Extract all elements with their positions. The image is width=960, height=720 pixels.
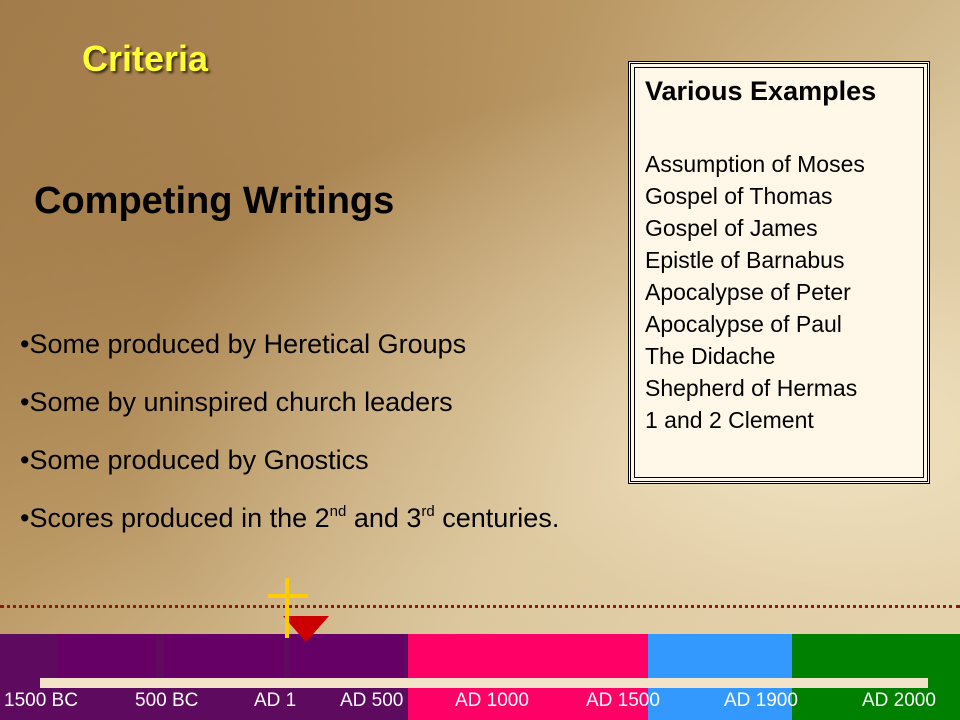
example-item: 1 and 2 Clement <box>645 407 814 433</box>
bullet-item: •Some produced by Gnostics <box>20 445 369 475</box>
examples-title: Various Examples <box>645 76 877 106</box>
example-item: Shepherd of Hermas <box>645 375 858 401</box>
bullet-list: •Some produced by Heretical Groups •Some… <box>20 326 559 558</box>
examples-box: Various Examples Assumption of Moses Gos… <box>628 61 930 484</box>
timeline-label: AD 1900 <box>724 690 798 711</box>
timeline-segment <box>164 634 284 678</box>
timeline-label: 500 BC <box>135 690 199 711</box>
timeline-label: AD 1000 <box>455 690 529 711</box>
section-heading: Competing Writings <box>34 180 395 222</box>
timeline-segment <box>522 634 644 678</box>
ordinal-superscript: nd <box>329 503 347 520</box>
cross-icon <box>268 578 308 638</box>
timeline-segment <box>412 634 516 678</box>
timeline-label: AD 500 <box>340 690 404 711</box>
examples-list: Assumption of Moses Gospel of Thomas Gos… <box>645 148 865 436</box>
bullet-item: •Scores produced in the 2nd and 3rd cent… <box>20 500 559 558</box>
example-item: Epistle of Barnabus <box>645 247 845 273</box>
timeline-label: 1500 BC <box>4 690 78 711</box>
dotted-divider <box>0 605 960 608</box>
bullet-text: centuries. <box>434 503 560 533</box>
example-item: Apocalypse of Peter <box>645 279 851 305</box>
example-item: Gospel of Thomas <box>645 183 833 209</box>
bullet-text: and 3 <box>346 503 422 533</box>
example-item: Apocalypse of Paul <box>645 311 842 337</box>
slide-title: Criteria <box>82 38 209 79</box>
bullet-text: •Scores produced in the 2 <box>20 503 330 533</box>
timeline-label: AD 1500 <box>586 690 660 711</box>
timeline-segment <box>652 634 788 678</box>
example-item: Gospel of James <box>645 215 818 241</box>
example-item: Assumption of Moses <box>645 151 865 177</box>
timeline-segment <box>58 634 156 678</box>
timeline-label: AD 1 <box>254 690 297 711</box>
ordinal-superscript: rd <box>421 503 435 520</box>
timeline: 1500 BC 500 BC AD 1 AD 500 AD 1000 AD 15… <box>0 634 960 720</box>
example-item: The Didache <box>645 343 776 369</box>
bullet-item: •Some by uninspired church leaders <box>20 387 453 417</box>
timeline-track <box>40 678 928 688</box>
timeline-segment <box>796 634 912 678</box>
bullet-item: •Some produced by Heretical Groups <box>20 329 467 359</box>
timeline-label: AD 2000 <box>862 690 936 711</box>
